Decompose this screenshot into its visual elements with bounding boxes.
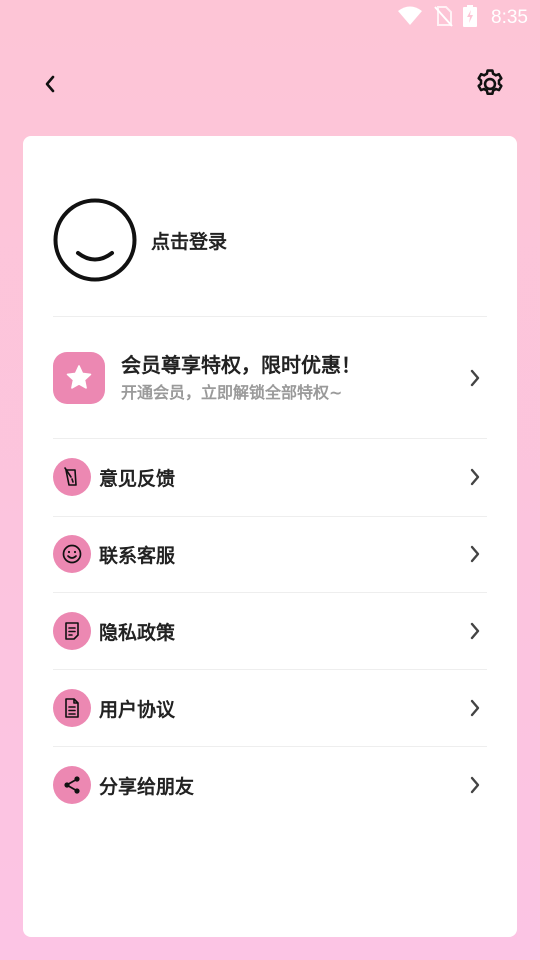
menu-item-label: 用户协议 bbox=[99, 698, 176, 721]
vip-title: 会员尊享特权，限时优惠！ bbox=[121, 353, 361, 377]
chevron-left-icon bbox=[42, 73, 58, 99]
chevron-right-icon bbox=[465, 621, 485, 641]
wifi-icon bbox=[397, 6, 423, 30]
agreement-document-icon bbox=[53, 689, 91, 727]
status-bar: 8:35 bbox=[0, 0, 540, 36]
menu-item-label: 隐私政策 bbox=[99, 621, 176, 644]
menu-item-share[interactable]: 分享给朋友 bbox=[53, 747, 487, 823]
menu-item-user-agreement[interactable]: 用户协议 bbox=[53, 670, 487, 746]
back-button[interactable] bbox=[34, 70, 66, 102]
profile-card: 点击登录 会员尊享特权，限时优惠！ 开通会员，立即解锁全部特权~ 意见反馈 联系… bbox=[23, 136, 517, 937]
feedback-icon bbox=[53, 458, 91, 496]
status-time: 8:35 bbox=[491, 7, 528, 28]
chevron-right-icon bbox=[465, 467, 485, 487]
divider bbox=[53, 316, 487, 317]
chevron-right-icon bbox=[465, 775, 485, 795]
menu-item-feedback[interactable]: 意见反馈 bbox=[53, 439, 487, 515]
vip-promo-row[interactable]: 会员尊享特权，限时优惠！ 开通会员，立即解锁全部特权~ bbox=[53, 336, 487, 420]
menu-item-privacy-policy[interactable]: 隐私政策 bbox=[53, 593, 487, 669]
share-icon bbox=[53, 766, 91, 804]
vip-texts: 会员尊享特权，限时优惠！ 开通会员，立即解锁全部特权~ bbox=[121, 351, 465, 405]
menu-item-label: 联系客服 bbox=[99, 544, 176, 567]
menu-item-customer-service[interactable]: 联系客服 bbox=[53, 516, 487, 592]
login-label: 点击登录 bbox=[151, 230, 228, 253]
no-sim-icon bbox=[433, 5, 453, 31]
settings-button[interactable] bbox=[472, 68, 508, 104]
chevron-right-icon bbox=[465, 544, 485, 564]
star-badge-icon bbox=[53, 352, 105, 404]
smiley-avatar-icon bbox=[53, 198, 137, 282]
chevron-right-icon bbox=[465, 698, 485, 718]
menu-item-label: 分享给朋友 bbox=[99, 775, 195, 798]
login-row[interactable]: 点击登录 bbox=[53, 198, 487, 282]
privacy-document-icon bbox=[53, 612, 91, 650]
gear-icon bbox=[473, 67, 507, 105]
battery-charging-icon bbox=[463, 5, 478, 31]
chevron-right-icon bbox=[465, 368, 485, 388]
menu-item-label: 意见反馈 bbox=[99, 467, 176, 490]
vip-subtitle: 开通会员，立即解锁全部特权~ bbox=[121, 383, 343, 402]
top-bar bbox=[0, 62, 540, 112]
smile-service-icon bbox=[53, 535, 91, 573]
